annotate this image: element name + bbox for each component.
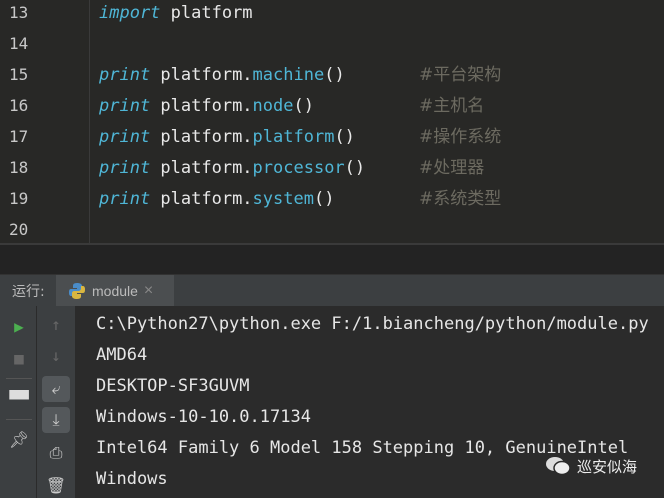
code-kw: print [99,127,151,147]
scroll-to-end-icon[interactable]: ⤓ [42,407,70,433]
code-line[interactable]: print platform.platform() [99,124,355,150]
code-paren: () [324,65,345,85]
code-paren: () [293,96,314,116]
code-line[interactable]: print platform.machine() [99,62,345,88]
code-paren: () [313,189,335,209]
code-line[interactable]: print platform.system() [99,186,334,212]
code-comment: #操作系统 [419,127,502,147]
run-icon[interactable]: ▶ [5,313,33,339]
code-rest: platform. [150,127,253,147]
tab-module[interactable]: module × [56,275,174,306]
code-paren: () [334,127,355,147]
editor-divider[interactable] [0,243,664,274]
code-fn: node [252,96,294,116]
code-fn: machine [252,65,325,85]
code-rest: platform. [150,189,253,209]
toolbar-divider [6,378,32,379]
code-kw: print [99,189,151,209]
pin-icon[interactable]: 📌︎ [5,426,33,452]
layout-icon[interactable]: ▀▀ [5,386,33,412]
code-fn: platform [252,127,335,147]
up-arrow-icon[interactable]: ↑ [42,311,70,337]
line-number: 19 [9,189,29,208]
code-kw: print [99,65,151,85]
run-toolwindow-header: 运行: module × [0,274,664,306]
code-comment: #系统类型 [419,189,502,209]
tab-label: module [92,282,138,299]
line-number: 18 [9,158,29,177]
line-number: 17 [9,127,29,146]
console-line: C:\Python27\python.exe F:/1.biancheng/py… [96,314,649,334]
code-kw: print [99,158,151,178]
code-comment: #平台架构 [419,65,502,85]
soft-wrap-icon[interactable]: ⤶ [42,376,70,402]
code-comment: #处理器 [419,158,485,178]
code-comment: #主机名 [419,96,485,116]
run-label: 运行: [12,284,45,300]
console-line: Windows [96,469,168,489]
console-line: Windows-10-10.0.17134 [96,407,311,427]
print-icon[interactable]: ⎙ [42,440,70,466]
line-number: 14 [9,34,29,53]
code-line[interactable]: print platform.node() [99,93,314,119]
code-kw: import [99,3,161,23]
code-line[interactable]: print platform.processor() [99,155,365,181]
code-fn: system [252,189,314,209]
stop-icon[interactable]: ■ [5,345,33,371]
trash-icon[interactable]: 🗑︎ [42,472,70,498]
code-rest: platform. [150,158,253,178]
python-icon [69,282,85,299]
console-toolbar: ↑ ↓ ⤶ ⤓ ⎙ 🗑︎ [37,306,75,498]
wechat-icon [546,457,571,476]
line-number: 16 [9,96,29,115]
console-line: DESKTOP-SF3GUVM [96,376,250,396]
run-toolbar: ▶ ■ ▀▀ 📌︎ [0,306,37,498]
code-rest: platform. [150,65,253,85]
code-fn: processor [252,158,345,178]
toolbar-divider [6,419,32,420]
watermark-text: 巡安似海 [577,457,638,476]
down-arrow-icon[interactable]: ↓ [42,342,70,368]
code-kw: print [99,96,151,116]
console-line: AMD64 [96,345,148,365]
code-editor[interactable]: 13 import platform 14 15 print platform.mach… [0,0,664,243]
close-tab-icon[interactable]: × [144,282,153,300]
code-line[interactable]: import platform [99,0,253,26]
code-rest: platform. [150,96,253,116]
code-rest: platform [160,3,253,23]
line-number: 15 [9,65,29,84]
code-paren: () [344,158,366,178]
line-number: 13 [9,3,29,22]
watermark: 巡安似海 [545,455,637,477]
